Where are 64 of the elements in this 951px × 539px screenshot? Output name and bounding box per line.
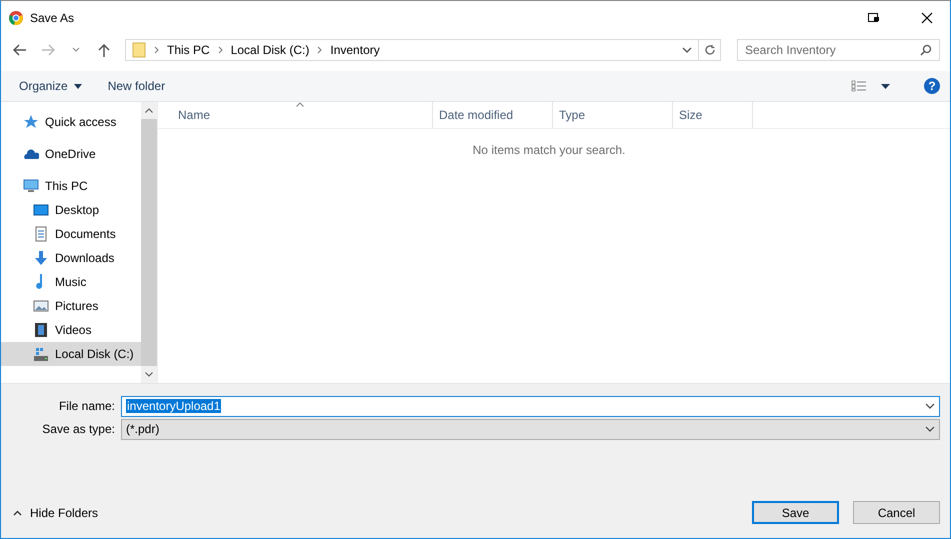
- save-button[interactable]: Save: [752, 501, 839, 524]
- file-name-field[interactable]: inventoryUpload1: [121, 396, 940, 416]
- picture-icon: [33, 298, 49, 314]
- close-icon: [921, 12, 933, 24]
- empty-list-message: No items match your search.: [472, 143, 626, 157]
- details-view-icon: [851, 80, 867, 92]
- star-icon: [23, 114, 39, 130]
- breadcrumb-item[interactable]: Local Disk (C:): [230, 43, 310, 57]
- column-header[interactable]: Size: [673, 102, 753, 128]
- chevron-down-icon: [682, 47, 692, 53]
- left-arrow-icon: [13, 44, 27, 56]
- navigation-item[interactable]: This PC: [1, 174, 141, 198]
- document-icon: [33, 226, 49, 242]
- navigation-item[interactable]: Pictures: [1, 294, 141, 318]
- navigation-item[interactable]: Documents: [1, 222, 141, 246]
- window-icon: [868, 13, 880, 23]
- music-note-icon: [36, 274, 45, 290]
- navigation-item[interactable]: Music: [1, 270, 141, 294]
- search-field[interactable]: Search Inventory: [737, 39, 940, 61]
- hide-folders-button[interactable]: Hide Folders: [11, 506, 100, 520]
- caret-icon: [74, 84, 82, 88]
- browser-logo-icon: [9, 11, 23, 25]
- drive-icon: [33, 346, 49, 362]
- navigation-item[interactable]: Desktop: [1, 198, 141, 222]
- up-arrow-icon: [98, 43, 110, 57]
- dropdown-icon: [925, 426, 935, 432]
- chevron-icon: [154, 46, 159, 54]
- monitor-icon: [23, 178, 39, 194]
- scrollbar-thumb[interactable]: [141, 119, 157, 366]
- column-header[interactable]: Name: [158, 102, 433, 128]
- search-icon: [920, 44, 932, 56]
- scroll-down-icon: [145, 372, 153, 377]
- column-header[interactable]: Type: [553, 102, 673, 128]
- film-icon: [33, 322, 49, 338]
- navigation-item[interactable]: Quick access: [1, 110, 141, 134]
- folder-icon: [132, 42, 146, 58]
- organize-menu-button[interactable]: Organize: [13, 76, 88, 96]
- right-arrow-icon: [41, 44, 55, 56]
- caret-icon: [881, 84, 890, 88]
- navigation-item[interactable]: Local Disk (C:): [1, 342, 141, 366]
- chevron-down-icon: [72, 47, 80, 53]
- column-header[interactable]: Date modified: [433, 102, 553, 128]
- file-type-dropdown[interactable]: (*.pdr): [121, 418, 940, 440]
- monitor-icon: [33, 202, 49, 218]
- scroll-up-icon: [145, 108, 153, 113]
- chevron-icon: [317, 46, 322, 54]
- cancel-button[interactable]: Cancel: [853, 501, 940, 524]
- refresh-icon: [704, 44, 716, 56]
- breadcrumb-item[interactable]: This PC: [167, 43, 210, 57]
- save-as-type-label: Save as type:: [41, 422, 116, 436]
- new-folder-button[interactable]: New folder: [102, 76, 172, 96]
- help-button[interactable]: ?: [924, 78, 940, 94]
- window-title: Save As: [30, 11, 76, 25]
- sort-ascending-icon: [296, 102, 304, 107]
- navigation-item[interactable]: Videos: [1, 318, 141, 342]
- navigation-item[interactable]: Downloads: [1, 246, 141, 270]
- address-bar[interactable]: This PC Local Disk (C:) Inventory: [125, 39, 721, 61]
- down-arrow-icon: [33, 250, 49, 266]
- dropdown-icon: [925, 403, 935, 409]
- navigation-item[interactable]: OneDrive: [1, 142, 141, 166]
- chevron-icon: [218, 46, 223, 54]
- chevron-up-icon: [13, 510, 22, 516]
- breadcrumb-item[interactable]: Inventory: [330, 43, 380, 57]
- file-name-label: File name:: [58, 399, 116, 413]
